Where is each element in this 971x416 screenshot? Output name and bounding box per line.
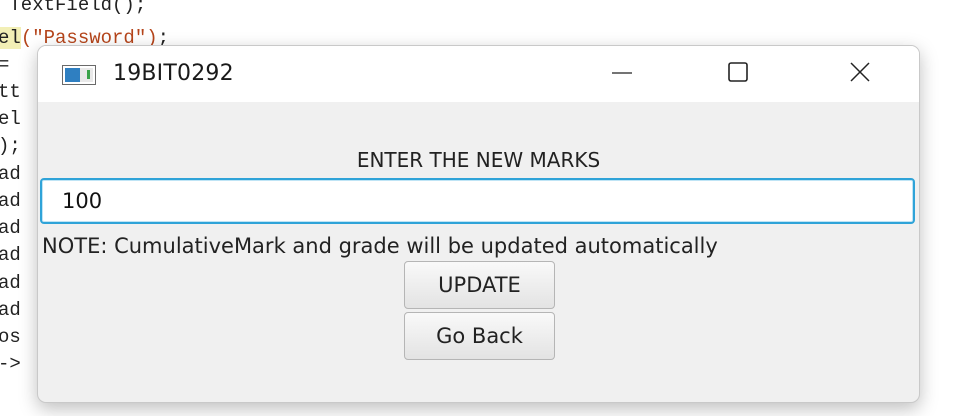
code-line: ad bbox=[0, 272, 21, 294]
code-line: el bbox=[0, 108, 21, 130]
code-line: os bbox=[0, 326, 21, 348]
maximize-icon bbox=[726, 60, 750, 89]
code-line: -> bbox=[0, 353, 21, 375]
code-line: tt bbox=[0, 81, 21, 103]
minimize-button[interactable] bbox=[582, 46, 662, 102]
close-icon bbox=[848, 60, 872, 89]
code-line: ad bbox=[0, 244, 21, 266]
new-marks-input[interactable] bbox=[40, 178, 915, 224]
marks-dialog-window: 19BIT0292 ENTER THE NEW MARKS NOTE: Cumu… bbox=[37, 45, 920, 403]
code-line: ad bbox=[0, 217, 21, 239]
code-line: = bbox=[0, 54, 10, 76]
window-title: 19BIT0292 bbox=[113, 61, 234, 86]
title-bar[interactable]: 19BIT0292 bbox=[38, 46, 919, 102]
code-line: ad bbox=[0, 190, 21, 212]
java-app-icon bbox=[62, 65, 96, 85]
update-button[interactable]: UPDATE bbox=[404, 261, 555, 309]
maximize-button[interactable] bbox=[698, 46, 778, 102]
close-button[interactable] bbox=[820, 46, 900, 102]
code-line: ad bbox=[0, 299, 21, 321]
minimize-icon bbox=[610, 60, 634, 89]
go-back-button[interactable]: Go Back bbox=[404, 312, 555, 360]
update-note: NOTE: CumulativeMark and grade will be u… bbox=[42, 234, 718, 258]
code-line: ); bbox=[0, 135, 21, 157]
code-line: TextField(); bbox=[0, 0, 147, 16]
code-line: ad bbox=[0, 163, 21, 185]
enter-marks-heading: ENTER THE NEW MARKS bbox=[356, 148, 601, 172]
